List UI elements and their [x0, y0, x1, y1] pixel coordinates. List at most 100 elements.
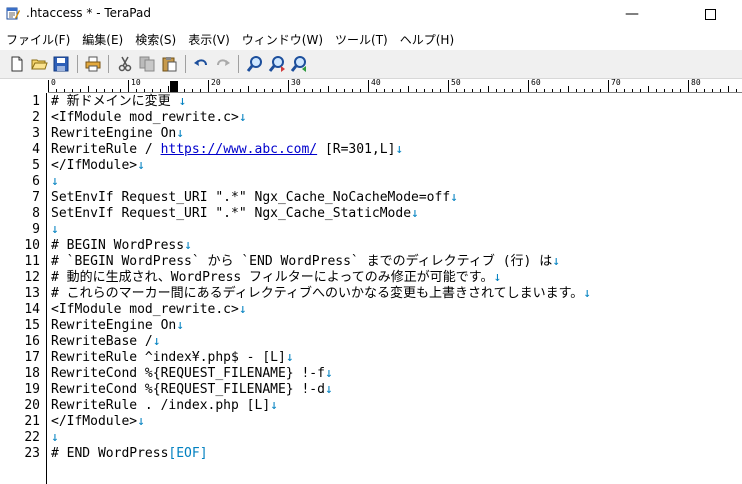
ruler-tick: [712, 89, 713, 92]
redo-icon[interactable]: [214, 55, 232, 73]
maximize-button[interactable]: [688, 0, 732, 28]
line-content: # BEGIN WordPress: [51, 238, 185, 253]
editor-line[interactable]: 13 # これらのマーカー間にあるディレクティブへのいかなる変更も上書きされてしま…: [0, 286, 742, 302]
ruler-tick: [296, 89, 297, 92]
newline-marker-icon: ↓: [552, 254, 561, 269]
ruler-tick: [536, 89, 537, 92]
ruler-tick: [152, 89, 153, 92]
newline-marker-icon: ↓: [176, 126, 185, 141]
ruler-tick: [576, 89, 577, 92]
ruler-corner: [0, 79, 48, 93]
editor-line[interactable]: 8 SetEnvIf Request_URI ".*" Ngx_Cache_Sta…: [0, 206, 742, 222]
editor-line[interactable]: 12 # 動的に生成され、WordPress フィルターによってのみ修正が可能です…: [0, 270, 742, 286]
ruler-tick: [448, 80, 449, 92]
line-text: RewriteRule / https://www.abc.com/ [R=30…: [51, 142, 403, 158]
ruler-tick: [248, 86, 249, 92]
find-icon[interactable]: [246, 55, 264, 73]
find-next-icon[interactable]: [268, 55, 286, 73]
editor-line[interactable]: 15 RewriteEngine On↓: [0, 318, 742, 334]
save-icon[interactable]: [52, 55, 70, 73]
newline-marker-icon: ↓: [51, 222, 59, 237]
line-number: 5: [32, 158, 40, 173]
ruler-tick: [592, 89, 593, 92]
menu-search[interactable]: 検索(S): [129, 31, 182, 48]
editor-line[interactable]: 14 <IfModule mod_rewrite.c>↓: [0, 302, 742, 318]
editor-line[interactable]: 23 # END WordPress[EOF]: [0, 446, 742, 462]
editor-line[interactable]: 6 ↓: [0, 174, 742, 190]
line-text: ↓: [51, 222, 59, 238]
menu-file[interactable]: ファイル(F): [0, 31, 76, 48]
newline-marker-icon: ↓: [137, 414, 145, 429]
ruler-tick: [344, 89, 345, 92]
line-text: # BEGIN WordPress↓: [51, 238, 192, 254]
line-content: # END WordPress: [51, 446, 169, 461]
ruler-tick: [600, 89, 601, 92]
editor-line[interactable]: 11 # `BEGIN WordPress` から `END WordPress`…: [0, 254, 742, 270]
editor-line[interactable]: 2 <IfModule mod_rewrite.c>↓: [0, 110, 742, 126]
ruler-tick: [400, 89, 401, 92]
line-number: 22: [24, 430, 40, 445]
print-icon[interactable]: [84, 55, 102, 73]
ruler-tick: [48, 80, 49, 92]
ruler-label: 30: [291, 78, 301, 87]
line-content: RewriteCond %{REQUEST_FILENAME} !-d: [51, 382, 325, 397]
ruler-tick: [168, 86, 169, 92]
undo-icon[interactable]: [192, 55, 210, 73]
line-content: RewriteEngine On: [51, 126, 177, 141]
ruler-tick: [680, 89, 681, 92]
maximize-icon: [704, 8, 716, 20]
ruler-tick: [136, 89, 137, 92]
line-text: ↓: [51, 430, 59, 446]
new-file-icon[interactable]: [8, 55, 26, 73]
menu-window[interactable]: ウィンドウ(W): [236, 31, 329, 48]
title-bar[interactable]: .htaccess * - TeraPad —: [0, 0, 742, 28]
editor-line[interactable]: 10 # BEGIN WordPress↓: [0, 238, 742, 254]
editor-line[interactable]: 16 RewriteBase /↓: [0, 334, 742, 350]
editor-line[interactable]: 19 RewriteCond %{REQUEST_FILENAME} !-d↓: [0, 382, 742, 398]
editor-line[interactable]: 1 # 新ドメインに変更 ↓: [0, 94, 742, 110]
line-text: RewriteCond %{REQUEST_FILENAME} !-d↓: [51, 382, 333, 398]
ruler-tick: [416, 89, 417, 92]
ruler-tick: [728, 86, 729, 92]
editor-line[interactable]: 5 </IfModule>↓: [0, 158, 742, 174]
ruler-tick: [616, 89, 617, 92]
editor-line[interactable]: 18 RewriteCond %{REQUEST_FILENAME} !-f↓: [0, 366, 742, 382]
ruler-tick: [224, 89, 225, 92]
ruler-tick: [120, 89, 121, 92]
line-content: </IfModule>: [51, 414, 138, 429]
ruler-tick: [472, 89, 473, 92]
menu-edit[interactable]: 編集(E): [76, 31, 129, 48]
menu-help[interactable]: ヘルプ(H): [394, 31, 460, 48]
ruler-label: 0: [51, 78, 56, 87]
editor-line[interactable]: 17 RewriteRule ^index¥.php$ - [L]↓: [0, 350, 742, 366]
line-number: 2: [32, 110, 40, 125]
menu-view[interactable]: 表示(V): [182, 31, 236, 48]
ruler-tick: [696, 89, 697, 92]
open-folder-icon[interactable]: [30, 55, 48, 73]
line-content-after-link: [R=301,L]: [317, 142, 396, 157]
editor-line[interactable]: 20 RewriteRule . /index.php [L]↓: [0, 398, 742, 414]
newline-marker-icon: ↓: [176, 318, 185, 333]
editor-line[interactable]: 22 ↓: [0, 430, 742, 446]
notepad-app-icon: [6, 7, 20, 20]
editor-line[interactable]: 3 RewriteEngine On↓: [0, 126, 742, 142]
menu-tools[interactable]: ツール(T): [329, 31, 394, 48]
column-ruler: 0 10 20 30 40 50 60 70 80: [48, 78, 742, 93]
ruler-label: 50: [451, 78, 461, 87]
editor-line[interactable]: 7 SetEnvIf Request_URI ".*" Ngx_Cache_NoC…: [0, 190, 742, 206]
minimize-button[interactable]: —: [610, 0, 654, 28]
url-link[interactable]: https://www.abc.com/: [161, 142, 318, 157]
ruler-label: 80: [691, 78, 701, 87]
find-prev-icon[interactable]: [290, 55, 308, 73]
line-text: RewriteRule . /index.php [L]↓: [51, 398, 278, 414]
paste-icon[interactable]: [160, 55, 178, 73]
cut-icon[interactable]: [116, 55, 134, 73]
copy-icon[interactable]: [138, 55, 156, 73]
editor-line[interactable]: 4 RewriteRule / https://www.abc.com/ [R=3…: [0, 142, 742, 158]
editor-line[interactable]: 9 ↓: [0, 222, 742, 238]
ruler-tick: [720, 89, 721, 92]
line-text: # 動的に生成され、WordPress フィルターによってのみ修正が可能です。↓: [51, 270, 501, 286]
text-editor[interactable]: 1 # 新ドメインに変更 ↓ 2 <IfModule mod_rewrite.c>↓ 3…: [0, 93, 742, 484]
line-number: 16: [24, 334, 40, 349]
editor-line[interactable]: 21 </IfModule>↓: [0, 414, 742, 430]
